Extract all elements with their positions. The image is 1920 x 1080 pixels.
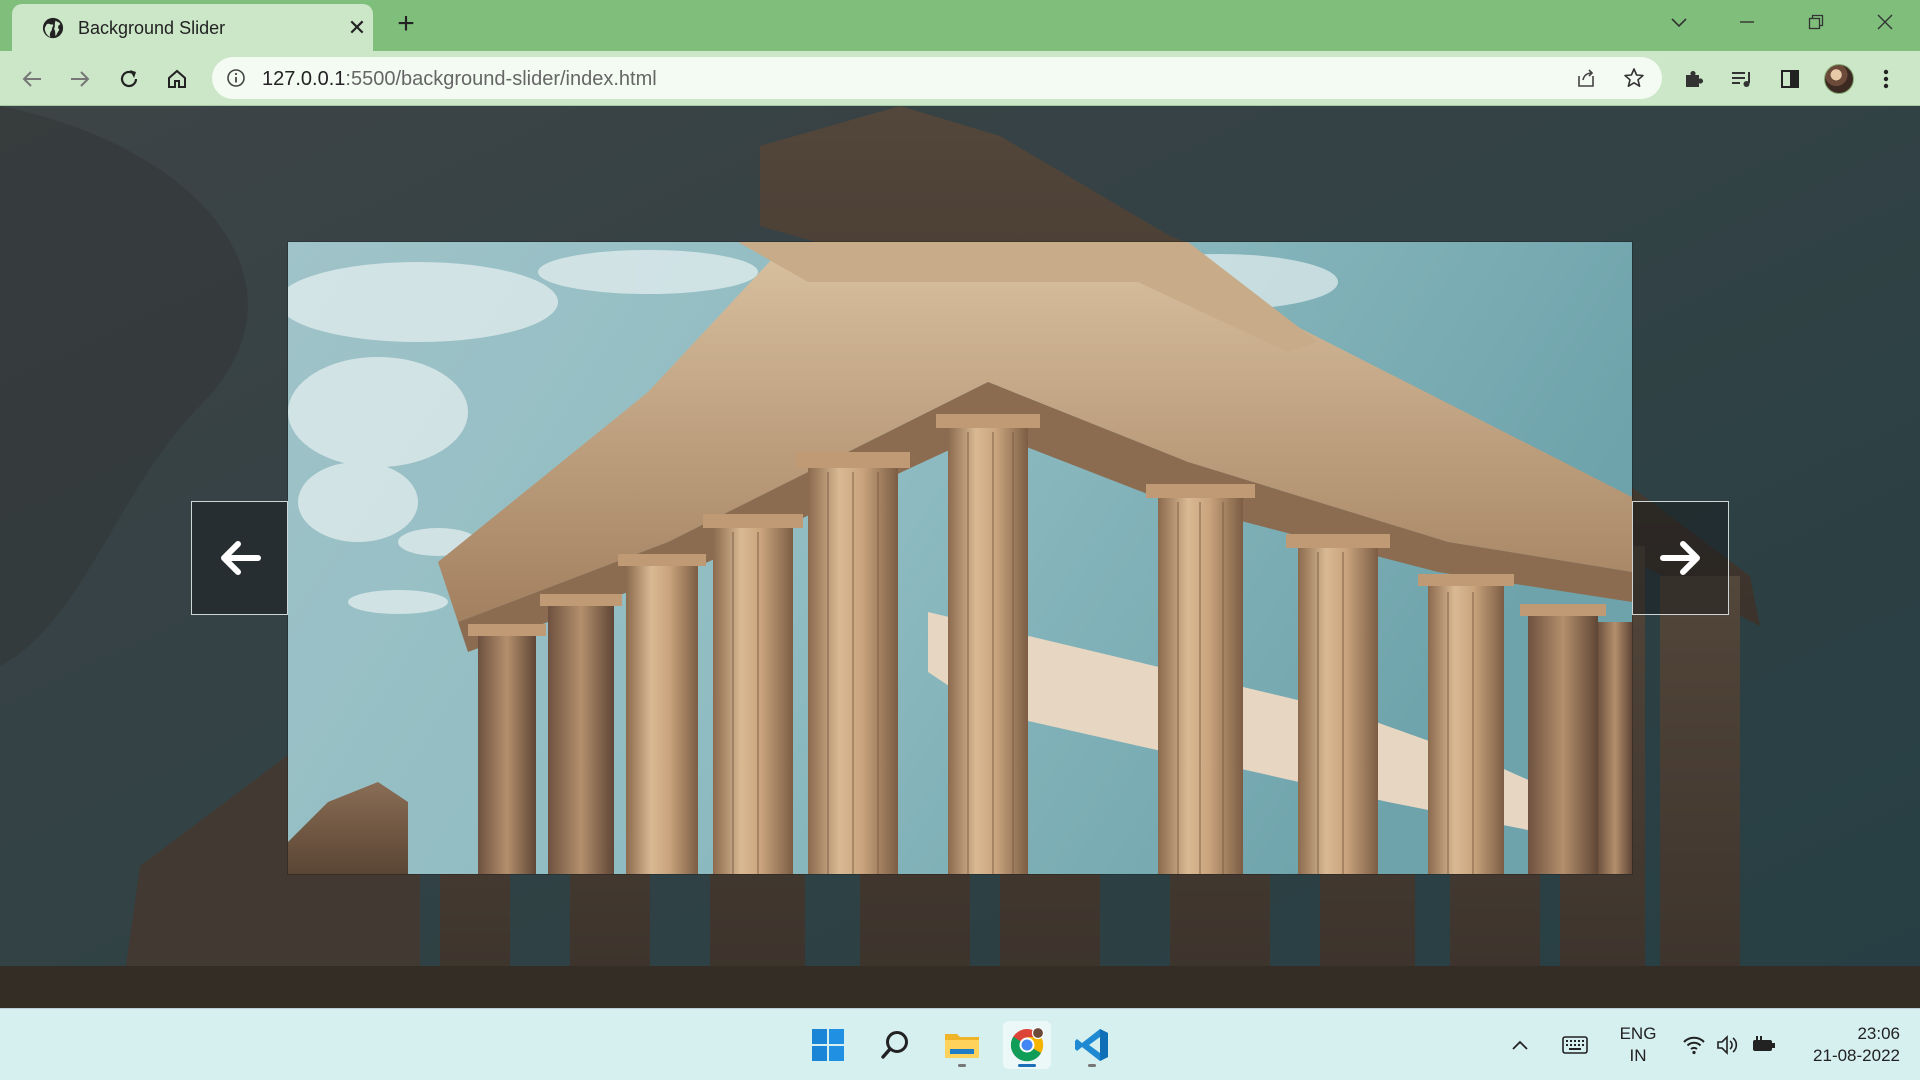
- slider-prev-button[interactable]: [191, 501, 288, 615]
- close-window-icon[interactable]: [1865, 8, 1905, 36]
- chrome-icon[interactable]: [1003, 1021, 1051, 1069]
- volume-icon[interactable]: [1715, 1031, 1743, 1059]
- address-bar[interactable]: 127.0.0.1:5500/background-slider/index.h…: [212, 57, 1662, 99]
- browser-toolbar: 127.0.0.1:5500/background-slider/index.h…: [0, 51, 1920, 106]
- page-viewport: [0, 106, 1920, 1008]
- active-indicator: [1018, 1064, 1036, 1067]
- profile-avatar[interactable]: [1824, 64, 1854, 94]
- menu-kebab-icon[interactable]: [1870, 63, 1902, 95]
- windows-taskbar: ENG IN 23:06 21-08-2022: [0, 1008, 1920, 1080]
- arrow-right-icon: [1659, 541, 1700, 575]
- clock-time: 23:06: [1857, 1024, 1900, 1043]
- extensions-puzzle-icon[interactable]: [1678, 63, 1710, 95]
- reload-icon[interactable]: [113, 63, 145, 95]
- share-icon[interactable]: [1574, 66, 1598, 90]
- vscode-icon[interactable]: [1068, 1021, 1116, 1069]
- globe-icon: [42, 17, 64, 39]
- restore-icon[interactable]: [1796, 8, 1836, 36]
- battery-charging-icon[interactable]: [1750, 1031, 1778, 1059]
- file-explorer-icon[interactable]: [938, 1021, 986, 1069]
- home-icon[interactable]: [161, 63, 193, 95]
- info-icon[interactable]: [226, 68, 246, 88]
- clock-date: 21-08-2022: [1813, 1046, 1900, 1065]
- forward-icon[interactable]: [64, 63, 96, 95]
- side-panel-icon[interactable]: [1774, 63, 1806, 95]
- url-path: :5500/background-slider/index.html: [345, 68, 657, 90]
- parthenon-image: [288, 242, 1632, 874]
- slider-next-button[interactable]: [1632, 501, 1729, 615]
- arrow-left-icon: [220, 541, 261, 575]
- url-text: 127.0.0.1:5500/background-slider/index.h…: [262, 68, 657, 91]
- media-control-icon[interactable]: [1726, 63, 1758, 95]
- language-indicator[interactable]: ENG IN: [1608, 1023, 1668, 1067]
- running-indicator: [1088, 1064, 1096, 1067]
- tab-title: Background Slider: [78, 18, 226, 38]
- browser-tab[interactable]: Background Slider ✕: [12, 4, 373, 51]
- system-clock[interactable]: 23:06 21-08-2022: [1790, 1023, 1900, 1067]
- minimize-icon[interactable]: [1727, 8, 1767, 36]
- bookmark-star-icon[interactable]: [1622, 66, 1646, 90]
- browser-tabstrip: Background Slider ✕ +: [0, 0, 1920, 51]
- running-indicator: [958, 1064, 966, 1067]
- keyboard-icon[interactable]: [1561, 1031, 1589, 1059]
- tab-close-icon[interactable]: ✕: [345, 16, 369, 40]
- search-icon[interactable]: [871, 1021, 919, 1069]
- back-icon[interactable]: [16, 63, 48, 95]
- wifi-icon[interactable]: [1680, 1031, 1708, 1059]
- new-tab-button[interactable]: +: [390, 9, 422, 41]
- url-host: 127.0.0.1: [262, 68, 346, 90]
- slide-image: [288, 242, 1632, 874]
- language-region: IN: [1629, 1046, 1647, 1065]
- windows-start-icon[interactable]: [804, 1021, 852, 1069]
- tab-search-chevron-icon[interactable]: [1659, 8, 1699, 36]
- show-hidden-icons-chevron-icon[interactable]: [1506, 1031, 1534, 1059]
- language-code: ENG: [1619, 1024, 1657, 1043]
